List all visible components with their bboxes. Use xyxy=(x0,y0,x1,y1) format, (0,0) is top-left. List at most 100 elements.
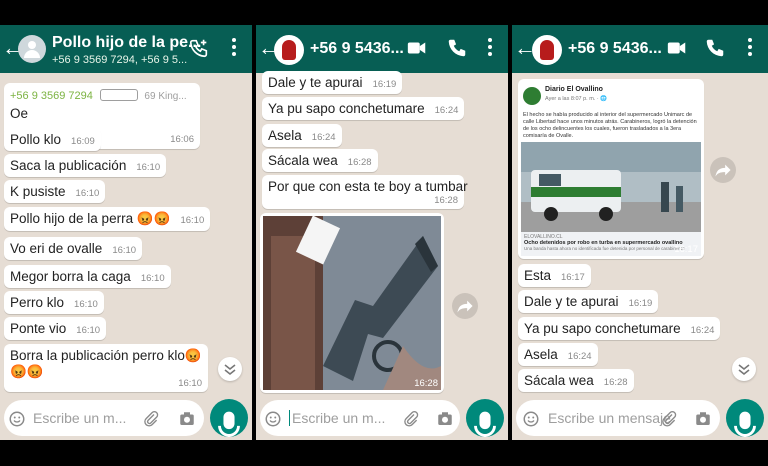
message-time: 16:28 xyxy=(434,195,458,206)
menu-dots-icon[interactable] xyxy=(232,38,236,56)
chat-title[interactable]: +56 9 5436... xyxy=(310,40,404,58)
message-text: Pollo hijo de la perra 😡😡 xyxy=(10,211,171,226)
message-bubble[interactable]: Saca la publicación 16:10 xyxy=(4,154,167,177)
phone-icon[interactable] xyxy=(704,37,726,59)
emoji-icon[interactable] xyxy=(8,410,26,428)
chat-panel-contact: ← +56 9 5436... Dale y te apurai 16:19 Ya… xyxy=(256,25,508,440)
message-text: Oe xyxy=(10,106,29,121)
message-bubble[interactable]: Pollo klo 16:09 xyxy=(4,128,101,151)
attach-icon[interactable] xyxy=(402,410,420,428)
message-text: Megor borra la caga xyxy=(10,269,131,284)
emoji-icon[interactable] xyxy=(264,410,282,428)
message-input[interactable]: Escribe un mensaje xyxy=(516,400,720,436)
mic-button[interactable] xyxy=(210,399,248,440)
message-bubble[interactable]: Sácala wea 16:28 xyxy=(262,149,378,172)
attach-icon[interactable] xyxy=(142,410,160,428)
add-call-icon[interactable] xyxy=(188,37,210,59)
message-time: 16:28 xyxy=(347,157,372,168)
message-bubble[interactable]: Borra la publicación perro klo😡 😡😡 16:10 xyxy=(4,344,208,392)
message-placeholder: Escribe un m... xyxy=(292,410,386,426)
message-text: Borra la publicación perro klo😡 xyxy=(10,348,202,363)
chat-subtitle[interactable]: +56 9 3569 7294, +56 9 5... xyxy=(52,54,187,66)
message-text: Asela xyxy=(524,347,558,362)
contact-avatar[interactable] xyxy=(274,35,304,65)
message-bubble[interactable]: Ponte vio 16:10 xyxy=(4,317,107,340)
image-time: 16:28 xyxy=(414,378,438,389)
message-time: 16:10 xyxy=(74,299,98,310)
scroll-down-icon[interactable] xyxy=(732,357,756,381)
message-bubble[interactable]: Perro klo 16:10 xyxy=(4,291,104,314)
message-bubble[interactable]: K pusiste 16:10 xyxy=(4,180,106,203)
video-call-icon[interactable] xyxy=(406,37,428,59)
message-text: Ya pu sapo conchetumare xyxy=(524,321,681,336)
camera-icon[interactable] xyxy=(436,410,454,428)
menu-dots-icon[interactable] xyxy=(488,38,492,56)
chat-title[interactable]: Pollo hijo de la pe... xyxy=(52,34,201,52)
forward-icon[interactable] xyxy=(452,293,478,319)
compose-bar: Escribe un mensaje xyxy=(512,396,768,440)
message-time: 16:10 xyxy=(136,162,161,173)
message-text: Perro klo xyxy=(10,295,65,310)
video-call-icon[interactable] xyxy=(666,37,688,59)
forward-icon[interactable] xyxy=(710,157,736,183)
message-sender-row: +56 9 3569 7294 69 King... xyxy=(10,87,194,102)
message-time: 16:09 xyxy=(71,136,95,147)
post-body: El hecho se había producido al interior … xyxy=(523,112,697,139)
message-placeholder: Escribe un mensaje xyxy=(548,410,671,426)
message-bubble[interactable]: Esta 16:17 xyxy=(518,264,591,287)
message-text: Sácala wea xyxy=(268,153,338,168)
message-time: 16:19 xyxy=(372,79,397,90)
phone-icon[interactable] xyxy=(446,37,468,59)
message-bubble[interactable]: Sácala wea 16:28 xyxy=(518,369,634,392)
message-time: 16:24 xyxy=(434,105,459,116)
message-bubble[interactable]: Pollo hijo de la perra 😡😡 16:10 xyxy=(4,207,211,231)
message-time: 16:28 xyxy=(603,377,628,388)
message-placeholder: Escribe un m... xyxy=(33,410,127,426)
mic-button[interactable] xyxy=(466,399,504,440)
camera-icon[interactable] xyxy=(694,410,712,428)
mic-icon xyxy=(218,411,240,440)
message-bubble[interactable]: Megor borra la caga 16:10 xyxy=(4,265,171,288)
pistol-photo xyxy=(263,215,441,390)
message-text: Sácala wea xyxy=(524,373,594,388)
message-input[interactable]: Escribe un m... xyxy=(4,400,204,436)
mic-button[interactable] xyxy=(726,399,764,440)
message-time: 16:17 xyxy=(561,272,585,283)
camera-icon[interactable] xyxy=(178,410,196,428)
message-text: Por que con esta te boy a tumbar xyxy=(268,179,468,194)
message-time: 16:24 xyxy=(690,325,715,336)
message-bubble[interactable]: Asela 16:24 xyxy=(262,124,342,147)
compose-bar: Escribe un m... xyxy=(0,396,252,440)
message-bubble[interactable]: Dale y te apurai 16:19 xyxy=(518,290,659,313)
message-sender-extra: 69 King... xyxy=(144,91,187,102)
message-time: 16:10 xyxy=(75,188,100,199)
attach-icon[interactable] xyxy=(660,410,678,428)
message-bubble[interactable]: Dale y te apurai 16:19 xyxy=(262,71,403,94)
contact-avatar[interactable] xyxy=(532,35,562,65)
post-header: Diario El Ovallino Ayer a las 8:07 p. m.… xyxy=(521,82,701,112)
shared-post-message[interactable]: Diario El Ovallino Ayer a las 8:07 p. m.… xyxy=(518,79,704,259)
message-text: Dale y te apurai xyxy=(268,75,363,90)
group-avatar-icon[interactable] xyxy=(18,35,46,63)
message-text-line2: 😡😡 xyxy=(10,364,44,379)
scroll-down-icon[interactable] xyxy=(218,357,242,381)
chat-title[interactable]: +56 9 5436... xyxy=(568,40,662,58)
post-photo xyxy=(521,142,701,232)
mic-icon xyxy=(734,411,756,440)
message-bubble[interactable]: Asela 16:24 xyxy=(518,343,598,366)
message-text: Ya pu sapo conchetumare xyxy=(268,101,425,116)
chat-header: ← Pollo hijo de la pe... +56 9 3569 7294… xyxy=(0,25,252,73)
back-arrow-icon[interactable]: ← xyxy=(514,35,536,61)
message-time: 16:10 xyxy=(112,245,137,256)
image-message[interactable]: 16:28 xyxy=(260,213,444,393)
menu-dots-icon[interactable] xyxy=(748,38,752,56)
message-bubble[interactable]: Por que con esta te boy a tumbar 16:28 xyxy=(262,175,468,209)
emoji-icon[interactable] xyxy=(522,410,540,428)
message-time: 16:10 xyxy=(180,215,205,226)
message-bubble[interactable]: Ya pu sapo conchetumare 16:24 xyxy=(262,97,465,120)
link-desc: Una banda hasta ahora no identificada fu… xyxy=(524,246,685,251)
message-bubble[interactable]: Ya pu sapo conchetumare 16:24 xyxy=(518,317,721,340)
message-text: Dale y te apurai xyxy=(524,294,619,309)
message-input[interactable]: Escribe un m... xyxy=(260,400,460,436)
message-bubble[interactable]: Vo eri de ovalle 16:10 xyxy=(4,237,143,260)
